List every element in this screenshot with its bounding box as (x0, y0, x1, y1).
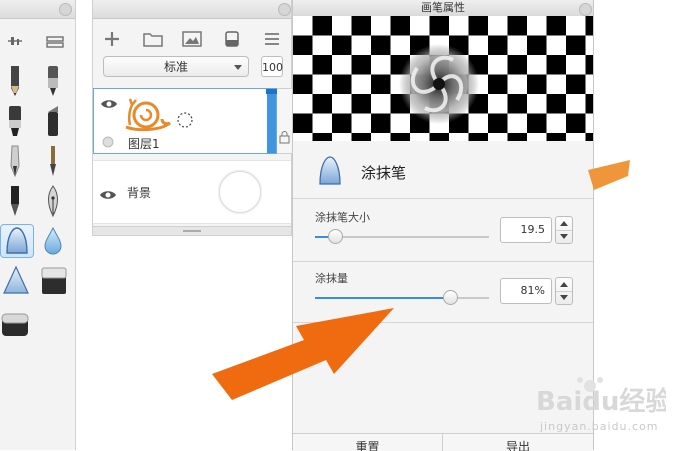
watermark-brand-text: Baidu经验 (536, 386, 666, 417)
pencil-icon[interactable] (2, 64, 36, 98)
decrement-icon[interactable] (556, 230, 572, 243)
chisel-marker-icon[interactable] (40, 104, 74, 138)
fountain-pen-icon[interactable] (40, 184, 74, 218)
blend-mode-select[interactable]: 标准 (103, 56, 249, 77)
layer-opacity-bar[interactable] (266, 89, 277, 153)
smudge-amount-slider[interactable] (315, 290, 489, 305)
reset-button[interactable]: 重置 (293, 434, 443, 451)
brush-size-stepper[interactable] (555, 216, 573, 244)
brush-type-row: 涂抹笔 (293, 142, 593, 199)
eye-icon[interactable] (100, 95, 118, 114)
blend-mode-value: 标准 (163, 60, 188, 74)
airbrush-icon[interactable] (0, 264, 34, 298)
fill-bucket-icon[interactable] (0, 308, 34, 342)
smudge-amount-value[interactable]: 81% (500, 278, 552, 304)
loading-spinner-icon (176, 111, 194, 133)
ballpoint-pen-icon[interactable] (2, 144, 36, 178)
snail-thumbnail (122, 93, 178, 139)
brush-name: 涂抹笔 (361, 164, 407, 182)
close-icon[interactable] (579, 3, 592, 16)
eraser-icon[interactable] (40, 264, 74, 298)
ink-pen-icon[interactable] (2, 184, 36, 218)
layer-lock-cell[interactable] (277, 88, 293, 154)
layers-titlebar (93, 0, 291, 19)
tools-palette (0, 0, 76, 450)
smudge-amount-thumb[interactable] (442, 290, 458, 305)
increment-icon[interactable] (556, 217, 572, 231)
smudge-brush-icon (317, 154, 343, 190)
arrow-annotation (212, 308, 394, 400)
brush-size-slider[interactable] (315, 229, 489, 244)
panel-resize-handle[interactable] (93, 226, 291, 235)
folder-icon[interactable] (143, 30, 163, 52)
layer-radio[interactable] (102, 133, 114, 152)
export-button[interactable]: 导出 (443, 434, 593, 451)
brush-size-section: 涂抹笔大小 19.5 (293, 199, 593, 262)
felt-pen-icon[interactable] (2, 104, 36, 138)
increment-icon[interactable] (556, 278, 572, 292)
layers-panel: 标准 100 图层1 背景 (92, 0, 293, 236)
arrow-annotation-partial (588, 160, 630, 190)
image-icon[interactable] (182, 30, 202, 52)
brush-size-thumb[interactable] (327, 229, 343, 244)
marker-icon[interactable] (40, 64, 74, 98)
brush-size-value[interactable]: 19.5 (500, 217, 552, 243)
dialog-title: 画笔属性 (421, 1, 465, 14)
dialog-footer: 重置 导出 (293, 433, 593, 451)
layer-row-background[interactable]: 背景 (93, 160, 291, 224)
layer-name: 图层1 (128, 137, 160, 151)
layers-toolbar (93, 28, 291, 52)
layer-row-1[interactable]: 图层1 (93, 88, 293, 154)
decrement-icon[interactable] (556, 291, 572, 304)
background-color-swatch[interactable] (219, 171, 261, 213)
close-icon[interactable] (278, 3, 291, 16)
add-layer-icon[interactable] (103, 30, 121, 52)
grid-icon[interactable] (46, 32, 64, 54)
tools-top-icons (0, 30, 76, 54)
brush-size-label: 涂抹笔大小 (315, 211, 370, 224)
smudge-brush-icon[interactable] (0, 224, 34, 258)
sliders-icon[interactable] (6, 32, 24, 54)
baidu-watermark: Baidu经验 (536, 377, 666, 417)
watermark-url: jingyan.baidu.com (540, 420, 659, 433)
smudge-amount-label: 涂抹量 (315, 272, 348, 285)
eye-icon[interactable] (99, 186, 117, 205)
save-icon[interactable] (223, 30, 241, 52)
fine-brush-icon[interactable] (40, 144, 74, 178)
water-drop-icon[interactable] (40, 224, 74, 258)
lock-icon[interactable] (279, 129, 290, 148)
dialog-titlebar: 画笔属性 (293, 0, 593, 17)
smudge-amount-stepper[interactable] (555, 277, 573, 305)
tools-titlebar (0, 0, 75, 19)
menu-icon[interactable] (263, 30, 281, 52)
chevron-down-icon (234, 65, 242, 70)
close-icon[interactable] (59, 3, 72, 16)
brush-preview (293, 16, 593, 141)
smudge-amount-fill (315, 297, 451, 299)
layer-opacity-field[interactable]: 100 (261, 56, 283, 77)
layer-name: 背景 (127, 186, 152, 200)
